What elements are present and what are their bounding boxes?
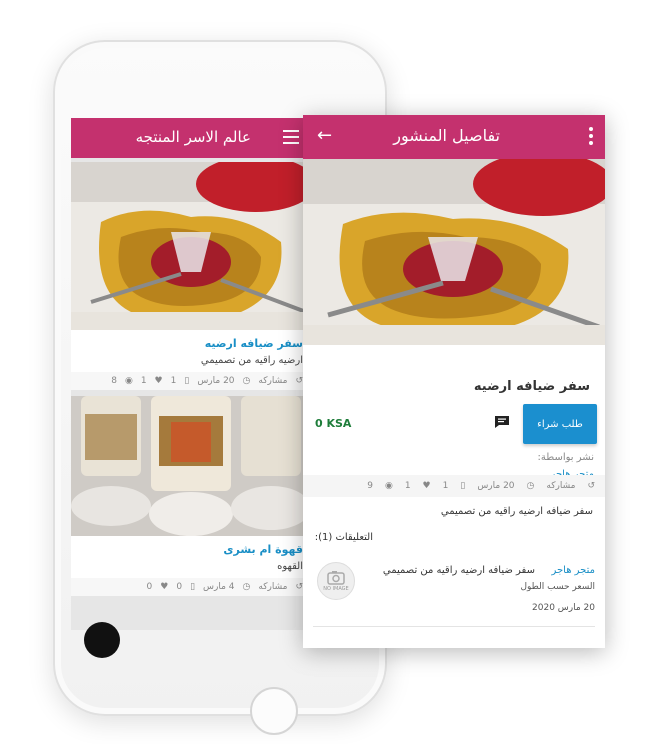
share-icon[interactable]: ↺: [295, 582, 303, 592]
comment-subtext: السعر حسب الطول: [520, 582, 595, 592]
detail-post-image[interactable]: [303, 159, 605, 345]
eye-icon: ◉: [384, 481, 393, 491]
detail-app-bar: ← تفاصيل المنشور: [303, 115, 605, 159]
like-count: 1: [140, 376, 147, 386]
detail-post-title: سفر ضيافه ارضيه: [473, 379, 590, 394]
post-date: 20 مارس: [197, 376, 235, 386]
phone-home-button[interactable]: [250, 687, 298, 735]
comment-divider: [313, 626, 595, 627]
post-stats: ↺ مشاركه ◷ 4 مارس ▯ 0 ♥ 0: [71, 578, 311, 596]
comment-count: 1: [170, 376, 177, 386]
tray-photo: [71, 162, 311, 330]
heart-icon[interactable]: ♥: [155, 376, 163, 386]
view-count: 9: [367, 481, 373, 491]
post-card[interactable]: قهوة ام بشرى القهوه ↺ مشاركه ◷ 4 مارس ▯ …: [71, 396, 311, 596]
app-title: عالم الاسر المنتجه: [135, 128, 251, 146]
comment-date: 20 مارس 2020: [532, 603, 595, 613]
detail-screen: ← تفاصيل المنشور سفر ضيافه ارضيه طلب شرا…: [303, 115, 605, 648]
share-label[interactable]: مشاركه: [258, 376, 287, 386]
post-description: ارضيه راقيه من تصميمي: [200, 355, 303, 366]
comment-avatar: NO IMAGE: [317, 562, 355, 600]
price-label: 0 KSA: [315, 417, 352, 430]
posted-by-label: نشر بواسطة:: [537, 452, 594, 463]
comment-author[interactable]: متجر هاجر: [551, 565, 595, 576]
back-arrow-icon[interactable]: ←: [317, 125, 332, 146]
hamburger-menu-icon[interactable]: [283, 130, 299, 144]
detail-title: تفاصيل المنشور: [393, 126, 500, 145]
camera-icon: [327, 571, 345, 585]
post-title[interactable]: قهوة ام بشرى: [71, 536, 311, 559]
list-screen: عالم الاسر المنتجه سفر ضيافه ارضيه ارضيه…: [71, 118, 311, 630]
detail-description: سفر ضيافه ارضيه راقيه من تصميمي: [440, 506, 593, 517]
buy-request-button[interactable]: طلب شراء: [523, 404, 597, 444]
post-date: 20 مارس: [477, 481, 515, 491]
like-count: 1: [404, 481, 411, 491]
post-title[interactable]: سفر ضيافه ارضيه: [71, 330, 311, 353]
share-label[interactable]: مشاركه: [546, 481, 575, 491]
heart-icon[interactable]: ♥: [160, 582, 168, 592]
post-stats: ↺ مشاركه ◷ 20 مارس ▯ 1 ♥ 1 ◉ 8: [71, 372, 311, 390]
post-image[interactable]: [71, 162, 311, 330]
share-label[interactable]: مشاركه: [258, 582, 287, 592]
comment-icon: ▯: [460, 481, 466, 491]
share-icon[interactable]: ↺: [587, 481, 595, 491]
view-count: 8: [111, 376, 117, 386]
heart-icon[interactable]: ♥: [423, 481, 431, 491]
clock-icon: ◷: [242, 376, 251, 386]
clock-icon: ◷: [526, 481, 535, 491]
floating-avatar: [84, 622, 120, 658]
more-options-icon[interactable]: [589, 127, 593, 148]
comments-heading: التعليقات (1):: [314, 532, 373, 543]
comment-icon: ▯: [190, 582, 196, 592]
list-app-bar: عالم الاسر المنتجه: [71, 118, 311, 158]
comment-count: 1: [442, 481, 449, 491]
clock-icon: ◷: [242, 582, 251, 592]
tray-photo: [303, 159, 605, 345]
coffee-jars-photo: [71, 396, 311, 536]
post-description: القهوه: [277, 561, 303, 572]
no-image-label: NO IMAGE: [323, 586, 349, 592]
like-count: 0: [146, 582, 153, 592]
post-date: 4 مارس: [203, 582, 235, 592]
detail-stats: ↺ مشاركه ◷ 20 مارس ▯ 1 ♥ 1 ◉ 9: [303, 475, 605, 497]
chat-icon[interactable]: [494, 415, 510, 429]
share-icon[interactable]: ↺: [295, 376, 303, 386]
comment-count: 0: [176, 582, 183, 592]
comment-text: سفر ضيافه ارضيه راقيه من تصميمي: [382, 565, 535, 576]
post-image[interactable]: [71, 396, 311, 536]
eye-icon: ◉: [124, 376, 133, 386]
comment-icon: ▯: [184, 376, 190, 386]
post-card[interactable]: سفر ضيافه ارضيه ارضيه راقيه من تصميمي ↺ …: [71, 162, 311, 390]
